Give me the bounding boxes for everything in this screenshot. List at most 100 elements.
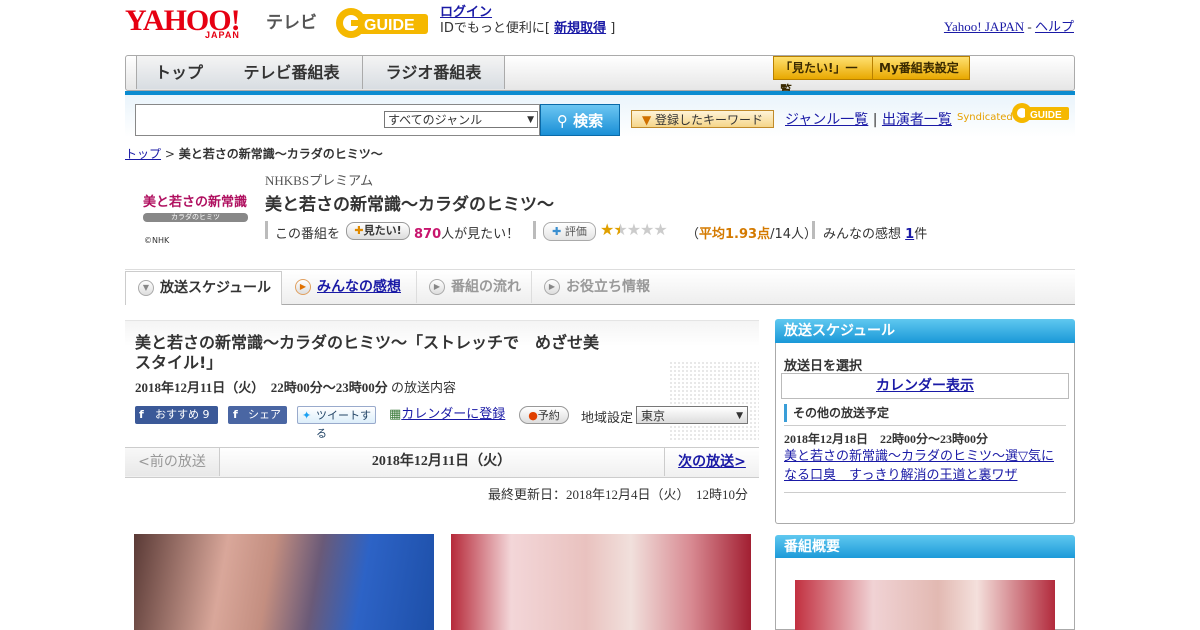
nav-tab-radio-listings[interactable]: ラジオ番組表	[363, 56, 505, 89]
play-icon: ▶	[429, 279, 445, 295]
performer-list-link[interactable]: 出演者一覧	[882, 112, 952, 128]
impressions: みんなの感想 1件	[823, 223, 927, 242]
episode-date: 2018年12月11日（火） 22時00分～23時00分 の放送内容	[135, 377, 456, 396]
divider	[784, 425, 1066, 426]
program-logo-subtitle: カラダのヒミツ	[143, 213, 248, 222]
facebook-recommend-label: おすすめ 9	[155, 408, 210, 421]
calendar-icon: ▦	[389, 407, 402, 422]
registered-keyword-label: 登録したキーワード	[655, 113, 764, 127]
tab-program-flow-label: 番組の流れ	[451, 279, 521, 295]
mitai-button-label: 見たい!	[363, 224, 402, 237]
copyright: ©NHK	[144, 236, 170, 245]
facebook-share-button[interactable]: f シェア	[228, 406, 287, 424]
tab-program-flow[interactable]: ▶ 番組の流れ	[417, 271, 532, 303]
divider	[265, 221, 268, 239]
login-link[interactable]: ログイン	[440, 5, 492, 20]
mitai-list-button[interactable]: 「見たい!」一覧	[773, 56, 873, 97]
current-broadcast-date: 2018年12月11日（火）	[371, 454, 512, 469]
rating-button-label: 評価	[564, 225, 587, 238]
divider	[533, 221, 536, 239]
episode-datetime: 2018年12月11日（火） 22時00分～23時00分	[135, 380, 388, 395]
impressions-label: みんなの感想	[823, 227, 902, 242]
breadcrumb-current: 美と若さの新常識～カラダのヒミツ～	[178, 147, 383, 161]
chevron-down-icon: ▼	[138, 280, 154, 296]
facebook-share-label: シェア	[248, 408, 281, 421]
star-filled-icon: ★	[600, 220, 614, 239]
program-logo-text: 美と若さの新常識	[143, 195, 248, 210]
service-name[interactable]: テレビ	[266, 8, 317, 33]
reserve-button[interactable]: ●予約	[519, 406, 569, 424]
mitai-count-text: 870人が見たい！	[414, 223, 519, 242]
other-schedule-date: 2018年12月18日 22時00分～23時00分	[784, 432, 989, 446]
login-suffix: ]	[610, 21, 616, 36]
rating-button[interactable]: ✚ 評価	[543, 222, 596, 241]
star-empty-icon: ★★★	[626, 220, 668, 239]
reserve-button-label: 予約	[537, 409, 560, 422]
episode-photo[interactable]	[451, 534, 751, 630]
search-button-label: 検索	[573, 112, 604, 130]
other-schedule-item: 美と若さの新常識～カラダのヒミツ～選▽気になる口臭 すっきり解消の王道と裏ワザ	[784, 447, 1066, 485]
area-label: 地域設定	[581, 411, 634, 426]
genre-select[interactable]: すべてのジャンル ▼	[384, 111, 538, 128]
next-broadcast-link[interactable]: 次の放送>	[678, 454, 746, 470]
help-link[interactable]: ヘルプ	[1035, 19, 1074, 34]
record-dot-icon: ●	[528, 409, 538, 422]
channel-name: NHKBSプレミアム	[265, 173, 374, 188]
breadcrumb: トップ > 美と若さの新常識～カラダのヒミツ～	[125, 145, 383, 162]
search-button[interactable]: ⚲ 検索	[540, 104, 620, 136]
tweet-button[interactable]: ✦ ツイートする	[297, 406, 376, 440]
genre-list-link[interactable]: ジャンル一覧	[785, 112, 868, 128]
calendar-view-box: カレンダー表示	[781, 373, 1069, 399]
program-tabs: ▼ 放送スケジュール ▶ みんなの感想 ▶ 番組の流れ ▶ お役立ち情報	[125, 271, 1075, 305]
breadcrumb-top[interactable]: トップ	[125, 147, 161, 161]
mitai-button[interactable]: ✚見たい!	[346, 222, 410, 240]
twitter-bird-icon: ✦	[302, 409, 312, 422]
registered-keyword-button[interactable]: ▼ 登録したキーワード	[631, 110, 774, 128]
facebook-recommend-button[interactable]: f おすすめ 9	[135, 406, 218, 424]
dropdown-arrow-icon: ▼	[527, 115, 534, 125]
breadcrumb-separator: >	[164, 147, 175, 161]
tab-useful-info-label: お役立ち情報	[566, 279, 650, 295]
gguide-small-logo-text: GUIDE	[1030, 110, 1062, 121]
gguide-logo[interactable]: GUIDE	[334, 6, 430, 40]
overview-photo[interactable]	[795, 580, 1055, 630]
tab-schedule[interactable]: ▼ 放送スケジュール	[125, 271, 282, 305]
my-settings-button[interactable]: My番組表設定	[872, 56, 970, 80]
plus-icon: ✚	[354, 224, 364, 237]
divider	[812, 221, 815, 239]
facebook-icon: f	[139, 408, 144, 421]
program-logo: 美と若さの新常識 カラダのヒミツ	[143, 191, 248, 231]
rating-stars: ★★★★★	[600, 220, 668, 239]
signup-link[interactable]: 新規取得	[554, 21, 606, 36]
top-links-separator: -	[1027, 19, 1032, 34]
area-select-value: 東京	[641, 409, 666, 423]
last-updated: 最終更新日：2018年12月4日（火） 12時10分	[487, 487, 748, 502]
tab-schedule-label: 放送スケジュール	[160, 280, 272, 296]
yahoo-japan-link[interactable]: Yahoo! JAPAN	[944, 19, 1024, 34]
nav-tab-top[interactable]: トップ	[136, 56, 222, 89]
prev-broadcast-button[interactable]: <前の放送	[125, 448, 220, 476]
genre-select-value: すべてのジャンル	[388, 113, 483, 127]
calendar-register-link[interactable]: カレンダーに登録	[401, 407, 505, 422]
tab-impressions-label[interactable]: みんなの感想	[317, 279, 401, 295]
area-select[interactable]: 東京 ▼	[636, 406, 748, 424]
search-icon: ⚲	[556, 112, 568, 130]
tab-useful-info[interactable]: ▶ お役立ち情報	[532, 271, 672, 303]
tab-impressions[interactable]: ▶ みんなの感想	[283, 271, 417, 303]
top-links: Yahoo! JAPAN - ヘルプ	[944, 16, 1074, 35]
play-icon: ▶	[544, 279, 560, 295]
episode-date-suffix: の放送内容	[391, 380, 457, 395]
overview-sidebar-header: 番組概要	[775, 535, 1075, 559]
play-icon: ▶	[295, 279, 311, 295]
calendar-view-link[interactable]: カレンダー表示	[876, 378, 974, 394]
mitai-prefix: この番組を	[275, 227, 341, 242]
triangle-down-icon: ▼	[641, 113, 652, 127]
divider	[784, 492, 1066, 493]
rating-open: （	[686, 227, 700, 242]
nav-tab-tv-listings[interactable]: テレビ番組表	[221, 56, 363, 89]
episode-photo[interactable]	[134, 534, 434, 630]
global-nav: トップ テレビ番組表 ラジオ番組表 「見たい!」一覧 My番組表設定	[125, 55, 1075, 97]
impressions-count-link[interactable]: 1	[905, 227, 914, 242]
other-schedule-link[interactable]: 美と若さの新常識～カラダのヒミツ～選▽気になる口臭 すっきり解消の王道と裏ワザ	[784, 449, 1054, 483]
schedule-sidebar-header: 放送スケジュール	[775, 319, 1075, 343]
